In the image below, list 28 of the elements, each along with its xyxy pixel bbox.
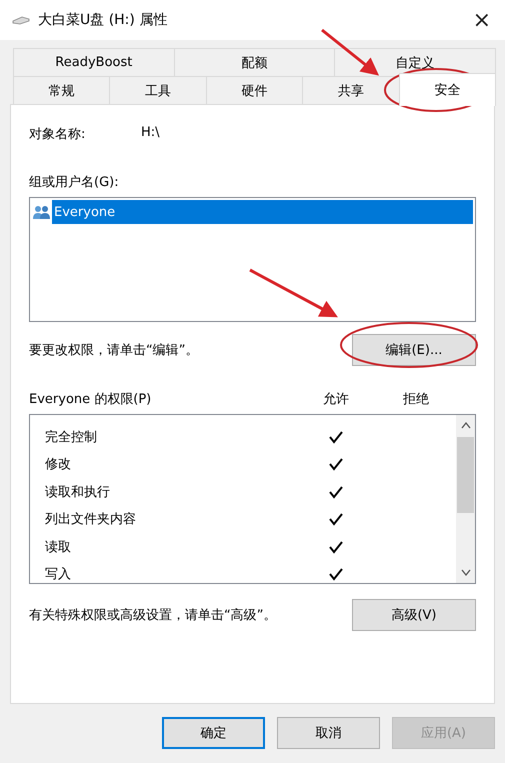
- permission-name: 读取: [45, 538, 72, 556]
- permission-name: 完全控制: [45, 428, 98, 446]
- dialog-button[interactable]: 确定: [162, 717, 265, 749]
- section-label: Everyone 的权限(P): [29, 391, 152, 408]
- hint-text: 有关特殊权限或高级设置，请单击“高级”。: [29, 607, 276, 624]
- section-label: 组或用户名(G):: [29, 174, 120, 191]
- annotation-arrow: [321, 28, 380, 76]
- window-title: 大白菜U盘 (H:) 属性: [38, 11, 168, 29]
- permission-name: 修改: [45, 456, 72, 474]
- users-icon: [32, 204, 52, 220]
- hint-text: 要更改权限，请单击“编辑”。: [29, 342, 198, 359]
- permission-name: 读取和执行: [45, 484, 111, 501]
- field-label: 对象名称:: [29, 126, 86, 143]
- tab[interactable]: ReadyBoost: [13, 48, 175, 76]
- advanced-button[interactable]: 高级(V): [352, 599, 476, 631]
- permission-name: 列出文件夹内容: [45, 511, 137, 528]
- column-header: 拒绝: [402, 391, 430, 408]
- drive-icon: [12, 15, 30, 25]
- scrollbar[interactable]: [456, 415, 475, 583]
- tab[interactable]: 常规: [13, 76, 110, 104]
- user-list-item[interactable]: Everyone: [52, 200, 473, 224]
- column-header: 允许: [322, 391, 350, 408]
- tab[interactable]: 安全: [398, 73, 496, 106]
- edit-button[interactable]: 编辑(E)...: [352, 334, 476, 366]
- permission-name: 写入: [45, 566, 72, 584]
- dialog-button[interactable]: 取消: [277, 717, 380, 749]
- close-button[interactable]: ×: [468, 8, 495, 32]
- field-value: H:\: [141, 125, 160, 142]
